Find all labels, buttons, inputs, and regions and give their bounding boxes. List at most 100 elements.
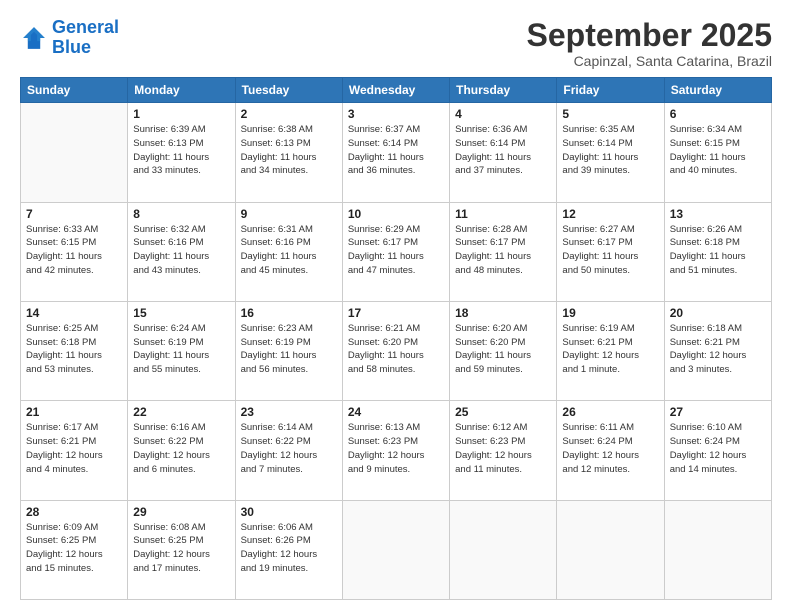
day-number: 14 [26, 306, 122, 320]
day-info: Sunrise: 6:09 AMSunset: 6:25 PMDaylight:… [26, 521, 122, 576]
month-title: September 2025 [527, 18, 772, 53]
day-info: Sunrise: 6:28 AMSunset: 6:17 PMDaylight:… [455, 223, 551, 278]
calendar-week-row: 14Sunrise: 6:25 AMSunset: 6:18 PMDayligh… [21, 301, 772, 400]
calendar-cell: 20Sunrise: 6:18 AMSunset: 6:21 PMDayligh… [664, 301, 771, 400]
day-number: 19 [562, 306, 658, 320]
calendar-cell: 15 Sunrise: 6:24 AMSunset: 6:19 PMDayligh… [128, 301, 235, 400]
logo-text: General Blue [52, 18, 119, 58]
calendar-cell [557, 500, 664, 599]
day-info: Sunrise: 6:29 AMSunset: 6:17 PMDaylight:… [348, 223, 444, 278]
calendar-cell [664, 500, 771, 599]
day-number: 7 [26, 207, 122, 221]
day-info: Sunrise: 6:35 AMSunset: 6:14 PMDaylight:… [562, 123, 658, 178]
day-number: 16 [241, 306, 337, 320]
day-number: 30 [241, 505, 337, 519]
calendar-cell: 8Sunrise: 6:32 AMSunset: 6:16 PMDaylight… [128, 202, 235, 301]
weekday-header-saturday: Saturday [664, 78, 771, 103]
day-number: 20 [670, 306, 766, 320]
calendar-cell: 12 Sunrise: 6:27 AMSunset: 6:17 PMDayligh… [557, 202, 664, 301]
calendar-cell: 3 Sunrise: 6:37 AMSunset: 6:14 PMDaylight… [342, 103, 449, 202]
day-number: 3 [348, 107, 444, 121]
calendar-cell: 16 Sunrise: 6:23 AMSunset: 6:19 PMDayligh… [235, 301, 342, 400]
day-number: 13 [670, 207, 766, 221]
calendar-cell: 28 Sunrise: 6:09 AMSunset: 6:25 PMDayligh… [21, 500, 128, 599]
day-number: 17 [348, 306, 444, 320]
calendar-cell [342, 500, 449, 599]
weekday-header-wednesday: Wednesday [342, 78, 449, 103]
weekday-header-friday: Friday [557, 78, 664, 103]
day-info: Sunrise: 6:19 AMSunset: 6:21 PMDaylight:… [562, 322, 658, 377]
day-info: Sunrise: 6:10 AMSunset: 6:24 PMDaylight:… [670, 421, 766, 476]
day-number: 25 [455, 405, 551, 419]
day-number: 27 [670, 405, 766, 419]
day-info: Sunrise: 6:08 AMSunset: 6:25 PMDaylight:… [133, 521, 229, 576]
location: Capinzal, Santa Catarina, Brazil [527, 53, 772, 69]
calendar-cell: 19 Sunrise: 6:19 AMSunset: 6:21 PMDayligh… [557, 301, 664, 400]
day-number: 26 [562, 405, 658, 419]
logo-general: General [52, 17, 119, 37]
day-info: Sunrise: 6:27 AMSunset: 6:17 PMDaylight:… [562, 223, 658, 278]
day-info: Sunrise: 6:11 AMSunset: 6:24 PMDaylight:… [562, 421, 658, 476]
day-info: Sunrise: 6:14 AMSunset: 6:22 PMDaylight:… [241, 421, 337, 476]
day-number: 12 [562, 207, 658, 221]
day-info: Sunrise: 6:31 AMSunset: 6:16 PMDaylight:… [241, 223, 337, 278]
weekday-header-tuesday: Tuesday [235, 78, 342, 103]
day-number: 11 [455, 207, 551, 221]
day-info: Sunrise: 6:34 AMSunset: 6:15 PMDaylight:… [670, 123, 766, 178]
day-info: Sunrise: 6:23 AMSunset: 6:19 PMDaylight:… [241, 322, 337, 377]
weekday-header-monday: Monday [128, 78, 235, 103]
calendar-cell: 1 Sunrise: 6:39 AMSunset: 6:13 PMDaylight… [128, 103, 235, 202]
day-number: 23 [241, 405, 337, 419]
logo-blue: Blue [52, 37, 91, 57]
weekday-header-row: SundayMondayTuesdayWednesdayThursdayFrid… [21, 78, 772, 103]
calendar-cell: 13Sunrise: 6:26 AMSunset: 6:18 PMDayligh… [664, 202, 771, 301]
day-number: 6 [670, 107, 766, 121]
day-number: 29 [133, 505, 229, 519]
day-number: 21 [26, 405, 122, 419]
day-info: Sunrise: 6:17 AMSunset: 6:21 PMDaylight:… [26, 421, 122, 476]
day-number: 18 [455, 306, 551, 320]
day-info: Sunrise: 6:38 AMSunset: 6:13 PMDaylight:… [241, 123, 337, 178]
calendar-cell: 24 Sunrise: 6:13 AMSunset: 6:23 PMDayligh… [342, 401, 449, 500]
day-info: Sunrise: 6:12 AMSunset: 6:23 PMDaylight:… [455, 421, 551, 476]
day-info: Sunrise: 6:39 AMSunset: 6:13 PMDaylight:… [133, 123, 229, 178]
calendar-cell [21, 103, 128, 202]
day-number: 22 [133, 405, 229, 419]
day-info: Sunrise: 6:21 AMSunset: 6:20 PMDaylight:… [348, 322, 444, 377]
logo-icon [20, 24, 48, 52]
header: General Blue September 2025 Capinzal, Sa… [20, 18, 772, 69]
calendar-cell: 5 Sunrise: 6:35 AMSunset: 6:14 PMDaylight… [557, 103, 664, 202]
calendar-week-row: 28 Sunrise: 6:09 AMSunset: 6:25 PMDayligh… [21, 500, 772, 599]
day-number: 9 [241, 207, 337, 221]
day-number: 24 [348, 405, 444, 419]
day-info: Sunrise: 6:24 AMSunset: 6:19 PMDaylight:… [133, 322, 229, 377]
day-number: 15 [133, 306, 229, 320]
calendar-cell: 22 Sunrise: 6:16 AMSunset: 6:22 PMDayligh… [128, 401, 235, 500]
calendar-cell: 26 Sunrise: 6:11 AMSunset: 6:24 PMDayligh… [557, 401, 664, 500]
logo: General Blue [20, 18, 119, 58]
calendar-cell [450, 500, 557, 599]
calendar-cell: 2Sunrise: 6:38 AMSunset: 6:13 PMDaylight… [235, 103, 342, 202]
day-number: 5 [562, 107, 658, 121]
calendar-cell: 17 Sunrise: 6:21 AMSunset: 6:20 PMDayligh… [342, 301, 449, 400]
day-info: Sunrise: 6:20 AMSunset: 6:20 PMDaylight:… [455, 322, 551, 377]
day-info: Sunrise: 6:13 AMSunset: 6:23 PMDaylight:… [348, 421, 444, 476]
calendar-cell: 27 Sunrise: 6:10 AMSunset: 6:24 PMDayligh… [664, 401, 771, 500]
day-info: Sunrise: 6:16 AMSunset: 6:22 PMDaylight:… [133, 421, 229, 476]
calendar-table: SundayMondayTuesdayWednesdayThursdayFrid… [20, 77, 772, 600]
calendar-cell: 9 Sunrise: 6:31 AMSunset: 6:16 PMDaylight… [235, 202, 342, 301]
weekday-header-sunday: Sunday [21, 78, 128, 103]
day-number: 28 [26, 505, 122, 519]
calendar-week-row: 1 Sunrise: 6:39 AMSunset: 6:13 PMDaylight… [21, 103, 772, 202]
calendar-cell: 23 Sunrise: 6:14 AMSunset: 6:22 PMDayligh… [235, 401, 342, 500]
day-number: 1 [133, 107, 229, 121]
day-info: Sunrise: 6:37 AMSunset: 6:14 PMDaylight:… [348, 123, 444, 178]
day-info: Sunrise: 6:32 AMSunset: 6:16 PMDaylight:… [133, 223, 229, 278]
calendar-cell: 6 Sunrise: 6:34 AMSunset: 6:15 PMDaylight… [664, 103, 771, 202]
calendar-cell: 18 Sunrise: 6:20 AMSunset: 6:20 PMDayligh… [450, 301, 557, 400]
calendar-cell: 10 Sunrise: 6:29 AMSunset: 6:17 PMDayligh… [342, 202, 449, 301]
calendar-cell: 25 Sunrise: 6:12 AMSunset: 6:23 PMDayligh… [450, 401, 557, 500]
calendar-cell: 30Sunrise: 6:06 AMSunset: 6:26 PMDayligh… [235, 500, 342, 599]
calendar-week-row: 7Sunrise: 6:33 AMSunset: 6:15 PMDaylight… [21, 202, 772, 301]
day-number: 10 [348, 207, 444, 221]
